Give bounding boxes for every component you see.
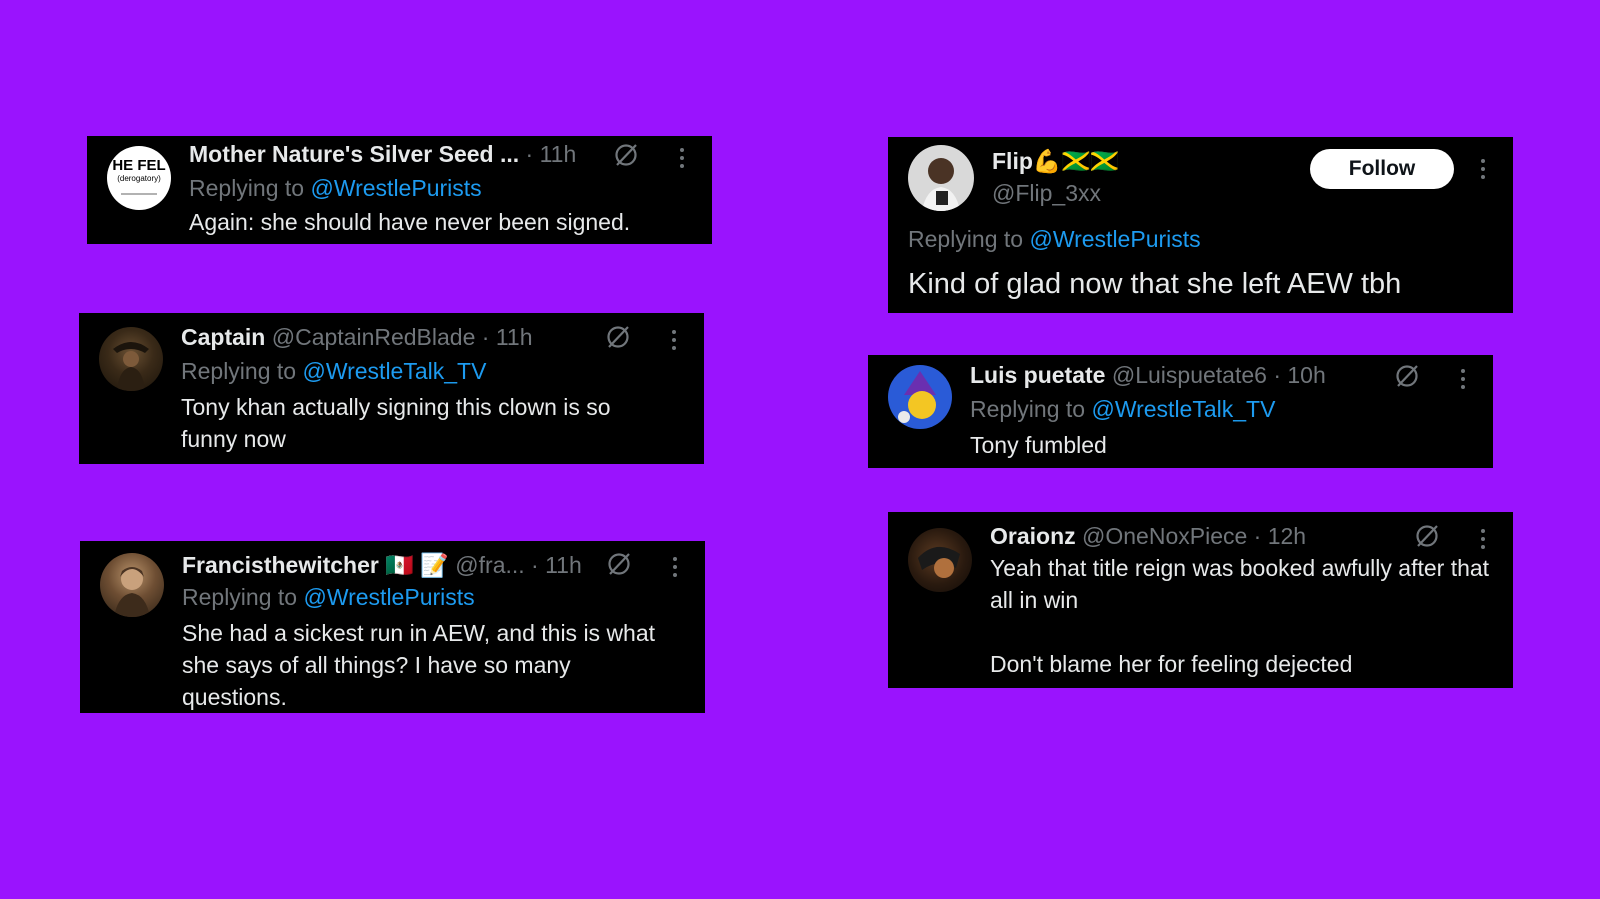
grok-icon[interactable]	[613, 142, 639, 168]
tweet-card-4: Flip💪🇯🇲🇯🇲 @Flip_3xx Follow Replying to @…	[888, 137, 1513, 313]
handle[interactable]: @OneNoxPiece	[1082, 523, 1247, 549]
replying-to: Replying to @WrestlePurists	[908, 225, 1201, 253]
replying-prefix: Replying to	[182, 584, 304, 610]
avatar-pirate-image	[113, 342, 149, 391]
tweet-card-6: Oraionz @OneNoxPiece · 12h Yeah that tit…	[888, 512, 1513, 688]
more-icon[interactable]	[1460, 369, 1466, 391]
replying-to: Replying to @WrestleTalk_TV	[970, 395, 1275, 423]
avatar-portrait-image	[114, 567, 150, 617]
tweet-header: Luis puetate @Luispuetate6 · 10h	[970, 361, 1326, 389]
reply-mention-link[interactable]: @WrestleTalk_TV	[302, 358, 486, 384]
handle[interactable]: @CaptainRedBlade	[272, 324, 476, 350]
tweet-text: Tony fumbled	[970, 432, 1107, 458]
tweet-header: Mother Nature's Silver Seed ... · 11h	[189, 140, 576, 168]
timestamp[interactable]: · 11h	[531, 552, 582, 578]
avatar[interactable]	[99, 327, 163, 391]
avatar-selfie-image	[922, 158, 960, 211]
tweet-text: Again: she should have never been signed…	[189, 209, 631, 235]
display-name[interactable]: Francisthewitcher 🇲🇽 📝	[182, 552, 449, 578]
grok-icon[interactable]	[606, 551, 632, 577]
reply-mention-link[interactable]: @WrestlePurists	[303, 584, 474, 610]
timestamp[interactable]: · 12h	[1254, 523, 1306, 549]
more-icon[interactable]	[672, 557, 678, 579]
avatar[interactable]	[908, 145, 974, 211]
replying-to: Replying to @WrestleTalk_TV	[181, 357, 486, 385]
reply-mention-link[interactable]: @WrestlePurists	[310, 175, 481, 201]
tweet-text-line-1: Yeah that title reign was booked awfully…	[990, 555, 1490, 613]
handle[interactable]: @Luispuetate6	[1112, 362, 1267, 388]
display-name[interactable]: Mother Nature's Silver Seed ...	[189, 141, 519, 167]
tweet-card-3: Francisthewitcher 🇲🇽 📝 @fra... · 11h Rep…	[80, 541, 705, 713]
grok-icon[interactable]	[605, 324, 631, 350]
replying-to: Replying to @WrestlePurists	[189, 174, 482, 202]
avatar-logo-image: HE FEL (derogatory)	[112, 157, 166, 195]
avatar-anime-image	[918, 546, 960, 578]
reply-mention-link[interactable]: @WrestleTalk_TV	[1091, 396, 1275, 422]
display-name[interactable]: Oraionz	[990, 523, 1076, 549]
avatar-cartoon-image	[898, 371, 936, 423]
avatar[interactable]: HE FEL (derogatory)	[107, 146, 171, 210]
tweet-card-1: HE FEL (derogatory) Mother Nature's Silv…	[87, 136, 712, 244]
handle[interactable]: @fra...	[455, 552, 524, 578]
tweet-text: Kind of glad now that she left AEW tbh	[908, 268, 1402, 300]
grok-icon[interactable]	[1414, 523, 1440, 549]
handle[interactable]: @Flip_3xx	[992, 179, 1101, 207]
tweet-header: Captain @CaptainRedBlade · 11h	[181, 323, 533, 351]
tweet-text: Tony khan actually signing this clown is…	[181, 394, 611, 452]
display-name[interactable]: Flip💪🇯🇲🇯🇲	[992, 148, 1119, 174]
display-name[interactable]: Luis puetate	[970, 362, 1105, 388]
timestamp[interactable]: · 11h	[526, 141, 577, 167]
tweet-header: Oraionz @OneNoxPiece · 12h	[990, 522, 1306, 550]
display-name[interactable]: Captain	[181, 324, 265, 350]
replying-prefix: Replying to	[189, 175, 311, 201]
timestamp[interactable]: · 10h	[1273, 362, 1325, 388]
grok-icon[interactable]	[1394, 363, 1420, 389]
more-icon[interactable]	[679, 148, 685, 170]
timestamp[interactable]: · 11h	[482, 324, 533, 350]
page: { "tweets": [ { "name": "Mother Nature's…	[0, 0, 1600, 899]
follow-button[interactable]: Follow	[1310, 149, 1454, 189]
reply-mention-link[interactable]: @WrestlePurists	[1029, 226, 1200, 252]
tweet-text-line-2: Don't blame her for feeling dejected	[990, 651, 1353, 677]
avatar-logo-subtext: (derogatory)	[117, 174, 161, 183]
tweet-text: She had a sickest run in AEW, and this i…	[182, 620, 656, 710]
replying-prefix: Replying to	[908, 226, 1030, 252]
more-icon[interactable]	[671, 330, 677, 352]
tweet-header: Flip💪🇯🇲🇯🇲	[992, 147, 1119, 175]
replying-prefix: Replying to	[970, 396, 1092, 422]
avatar[interactable]	[888, 365, 952, 429]
avatar[interactable]	[908, 528, 972, 592]
more-icon[interactable]	[1480, 159, 1486, 181]
tweet-header: Francisthewitcher 🇲🇽 📝 @fra... · 11h	[182, 551, 582, 579]
tweet-card-2: Captain @CaptainRedBlade · 11h Replying …	[79, 313, 704, 464]
replying-prefix: Replying to	[181, 358, 303, 384]
avatar-logo-text: HE FEL	[112, 157, 165, 174]
replying-to: Replying to @WrestlePurists	[182, 583, 475, 611]
tweet-card-5: Luis puetate @Luispuetate6 · 10h Replyin…	[868, 355, 1493, 468]
avatar[interactable]	[100, 553, 164, 617]
more-icon[interactable]	[1480, 529, 1486, 551]
